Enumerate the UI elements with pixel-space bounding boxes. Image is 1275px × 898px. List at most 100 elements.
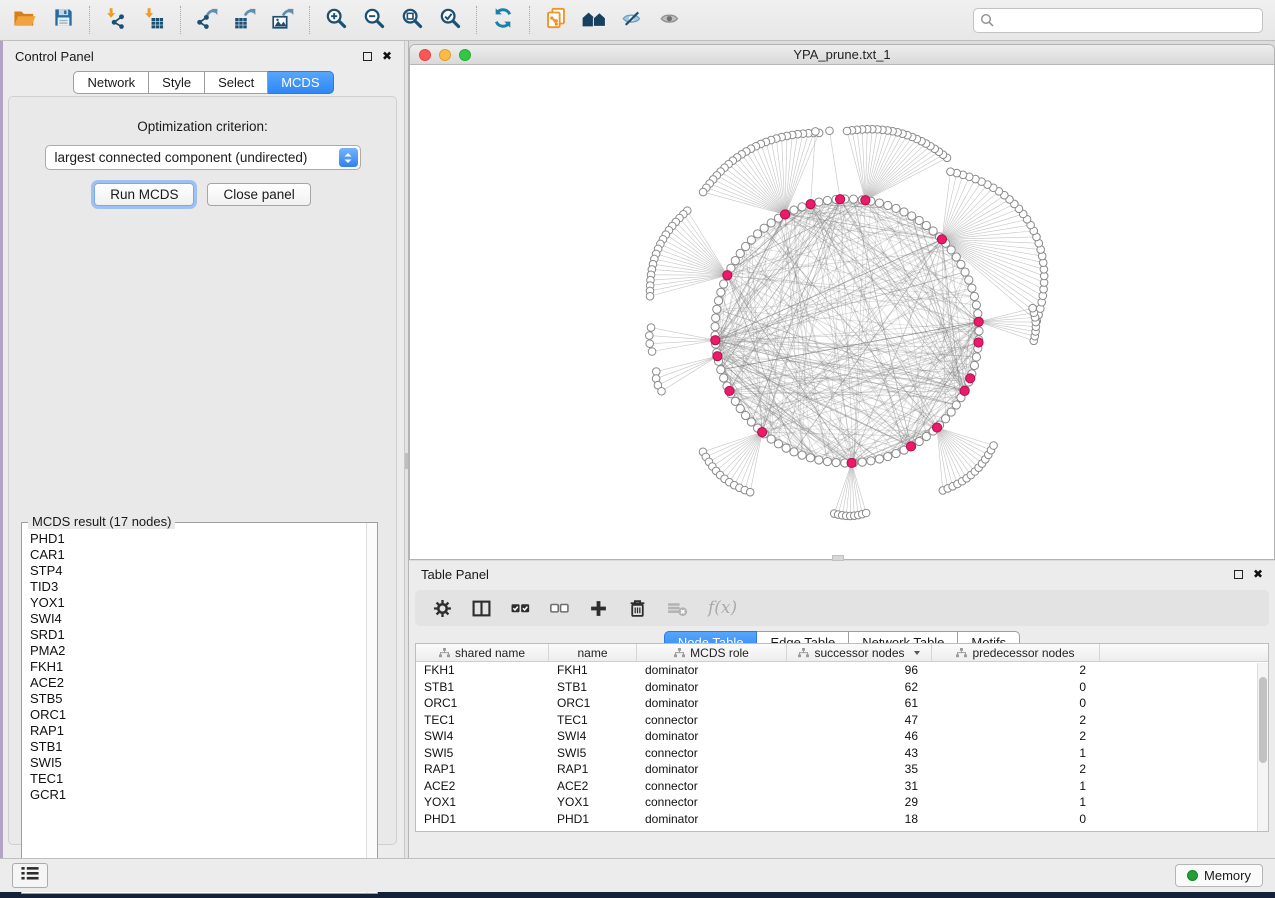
leaf-node[interactable] bbox=[970, 361, 978, 369]
leaf-node[interactable] bbox=[741, 411, 749, 419]
leaf-node[interactable] bbox=[892, 449, 900, 457]
float-panel-button[interactable] bbox=[363, 52, 372, 61]
dominator-node[interactable] bbox=[835, 195, 844, 204]
leaf-node[interactable] bbox=[731, 257, 739, 265]
leaf-node[interactable] bbox=[947, 408, 955, 416]
criterion-dropdown[interactable]: largest connected component (undirected) bbox=[45, 145, 361, 170]
leaf-node[interactable] bbox=[922, 432, 930, 440]
table-row[interactable]: SWI4SWI4dominator462 bbox=[416, 728, 1268, 745]
leaf-node[interactable] bbox=[974, 309, 982, 317]
dominator-node[interactable] bbox=[711, 336, 720, 345]
leaf-node[interactable] bbox=[731, 397, 739, 405]
close-panel-button[interactable]: ✖ bbox=[382, 51, 392, 61]
leaf-node[interactable] bbox=[965, 276, 973, 284]
network-window-titlebar[interactable]: YPA_prune.txt_1 bbox=[410, 45, 1274, 65]
leaf-node[interactable] bbox=[815, 456, 823, 464]
leaf-node[interactable] bbox=[915, 437, 923, 445]
leaf-node[interactable] bbox=[961, 268, 969, 276]
leaf-node[interactable] bbox=[736, 249, 744, 257]
close-window-icon[interactable] bbox=[419, 49, 431, 61]
delete-column-button[interactable] bbox=[628, 599, 647, 618]
leaf-node[interactable] bbox=[747, 236, 755, 244]
table-row[interactable]: YOX1YOX1connector291 bbox=[416, 794, 1268, 811]
leaf-node[interactable] bbox=[957, 260, 965, 268]
mcds-result-item[interactable]: GCR1 bbox=[30, 787, 366, 803]
mcds-result-item[interactable]: SWI4 bbox=[30, 611, 366, 627]
mcds-result-item[interactable]: CAR1 bbox=[30, 547, 366, 563]
leaf-node[interactable] bbox=[699, 188, 707, 196]
leaf-node[interactable] bbox=[884, 452, 892, 460]
leaf-node[interactable] bbox=[798, 203, 806, 211]
mcds-result-item[interactable]: SWI5 bbox=[30, 755, 366, 771]
leaf-node[interactable] bbox=[798, 451, 806, 459]
function-builder-button-disabled[interactable]: f(x) bbox=[708, 598, 737, 618]
leaf-node[interactable] bbox=[1029, 304, 1037, 312]
leaf-node[interactable] bbox=[849, 195, 857, 203]
leaf-node[interactable] bbox=[736, 404, 744, 412]
dominator-node[interactable] bbox=[906, 442, 915, 451]
mcds-result-item[interactable]: YOX1 bbox=[30, 595, 366, 611]
dominator-node[interactable] bbox=[974, 317, 983, 326]
import-network-button[interactable] bbox=[97, 4, 135, 36]
zoom-fit-button[interactable] bbox=[393, 4, 431, 36]
mcds-result-item[interactable]: PHD1 bbox=[30, 531, 366, 547]
table-settings-button[interactable] bbox=[433, 599, 452, 618]
mcds-result-item[interactable]: FKH1 bbox=[30, 659, 366, 675]
export-table-button[interactable] bbox=[226, 4, 264, 36]
search-input[interactable] bbox=[973, 8, 1263, 33]
leaf-node[interactable] bbox=[858, 458, 866, 466]
dominator-node[interactable] bbox=[725, 386, 734, 395]
leaf-node[interactable] bbox=[782, 444, 790, 452]
leaf-node[interactable] bbox=[658, 387, 666, 395]
export-image-button[interactable] bbox=[264, 4, 302, 36]
table-row[interactable]: FKH1FKH1dominator962 bbox=[416, 662, 1268, 679]
table-row[interactable]: TEC1TEC1connector472 bbox=[416, 712, 1268, 729]
save-session-button[interactable] bbox=[44, 4, 82, 36]
show-panels-menu-button[interactable] bbox=[12, 863, 48, 888]
clone-network-button[interactable] bbox=[537, 4, 575, 36]
leaf-node[interactable] bbox=[947, 168, 955, 176]
leaf-node[interactable] bbox=[915, 216, 923, 224]
dominator-node[interactable] bbox=[932, 423, 941, 432]
mcds-list-scrollbar[interactable] bbox=[366, 523, 377, 893]
leaf-node[interactable] bbox=[892, 204, 900, 212]
memory-button[interactable]: Memory bbox=[1175, 864, 1263, 887]
leaf-node[interactable] bbox=[746, 488, 754, 496]
leaf-node[interactable] bbox=[843, 127, 851, 135]
leaf-node[interactable] bbox=[972, 353, 980, 361]
mcds-result-item[interactable]: STB1 bbox=[30, 739, 366, 755]
dominator-node[interactable] bbox=[974, 338, 983, 347]
table-scrollbar[interactable] bbox=[1257, 663, 1268, 831]
leaf-node[interactable] bbox=[922, 221, 930, 229]
leaf-node[interactable] bbox=[720, 280, 728, 288]
tab-network[interactable]: Network bbox=[73, 71, 149, 94]
leaf-node[interactable] bbox=[747, 418, 755, 426]
minimize-window-icon[interactable] bbox=[439, 49, 451, 61]
leaf-node[interactable] bbox=[975, 327, 983, 335]
leaf-node[interactable] bbox=[941, 415, 949, 423]
leaf-node[interactable] bbox=[652, 368, 660, 376]
network-canvas[interactable] bbox=[410, 65, 1274, 559]
mcds-result-item[interactable]: ORC1 bbox=[30, 707, 366, 723]
dominator-node[interactable] bbox=[966, 374, 975, 383]
leaf-node[interactable] bbox=[823, 457, 831, 465]
dominator-node[interactable] bbox=[847, 458, 856, 467]
run-mcds-button[interactable]: Run MCDS bbox=[94, 183, 194, 206]
dominator-node[interactable] bbox=[960, 386, 969, 395]
show-all-button[interactable] bbox=[651, 4, 689, 36]
leaf-node[interactable] bbox=[947, 246, 955, 254]
hide-selected-button[interactable] bbox=[613, 4, 651, 36]
mcds-result-item[interactable]: STP4 bbox=[30, 563, 366, 579]
import-table-button[interactable] bbox=[135, 4, 173, 36]
column-header-MCDS-role[interactable]: MCDS role bbox=[637, 644, 787, 661]
mcds-result-item[interactable]: TEC1 bbox=[30, 771, 366, 787]
column-header-shared-name[interactable]: shared name bbox=[416, 644, 549, 661]
mcds-result-item[interactable]: TID3 bbox=[30, 579, 366, 595]
mcds-result-list[interactable]: PHD1CAR1STP4TID3YOX1SWI4SRD1PMA2FKH1ACE2… bbox=[22, 525, 366, 893]
table-row[interactable]: ORC1ORC1dominator610 bbox=[416, 695, 1268, 712]
leaf-node[interactable] bbox=[717, 366, 725, 374]
deselect-all-rows-button[interactable] bbox=[550, 599, 569, 618]
leaf-node[interactable] bbox=[968, 284, 976, 292]
dominator-node[interactable] bbox=[861, 196, 870, 205]
leaf-node[interactable] bbox=[812, 128, 820, 136]
